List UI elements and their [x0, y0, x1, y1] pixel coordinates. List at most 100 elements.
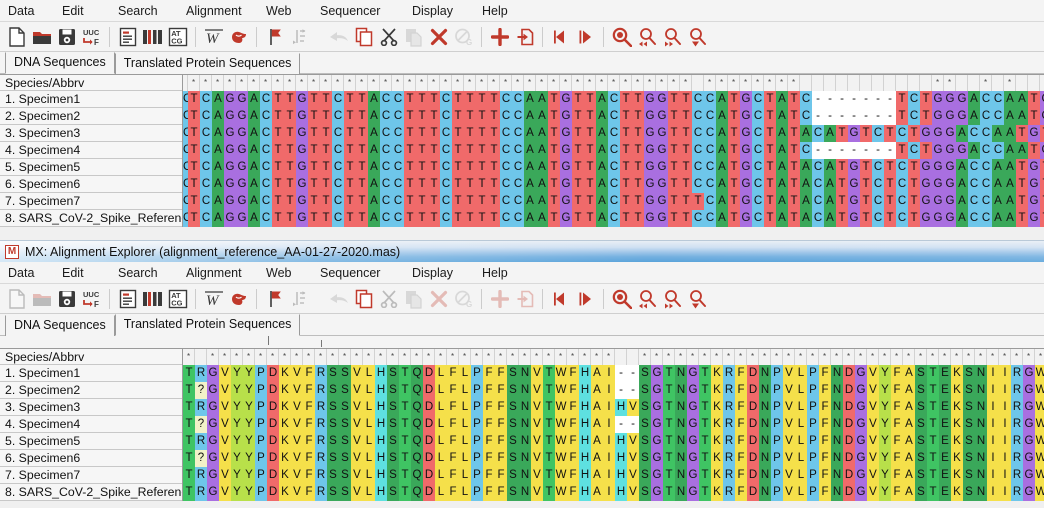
- residue-cell[interactable]: G: [207, 467, 219, 484]
- residue-cell[interactable]: G: [932, 91, 944, 108]
- residue-cell[interactable]: T: [416, 176, 428, 193]
- residue-cell[interactable]: V: [867, 416, 879, 433]
- delete-x-icon[interactable]: [426, 24, 451, 50]
- residue-cell[interactable]: S: [339, 450, 351, 467]
- residue-cell[interactable]: S: [639, 484, 651, 501]
- residue-cell[interactable]: T: [548, 142, 560, 159]
- residue-cell[interactable]: T: [320, 125, 332, 142]
- residue-cell[interactable]: D: [747, 399, 759, 416]
- residue-cell[interactable]: T: [320, 176, 332, 193]
- menu-display[interactable]: Display: [412, 4, 453, 18]
- residue-cell[interactable]: P: [471, 433, 483, 450]
- residue-cell[interactable]: R: [315, 365, 327, 382]
- residue-cell[interactable]: T: [788, 176, 800, 193]
- residue-cell[interactable]: E: [939, 467, 951, 484]
- residue-cell[interactable]: T: [548, 159, 560, 176]
- residue-cell[interactable]: G: [687, 450, 699, 467]
- residue-cell[interactable]: -: [860, 142, 872, 159]
- residue-cell[interactable]: G: [644, 91, 656, 108]
- residue-cell[interactable]: K: [951, 382, 963, 399]
- residue-cell[interactable]: G: [224, 108, 236, 125]
- residue-cell[interactable]: G: [1023, 467, 1035, 484]
- residue-cell[interactable]: G: [651, 365, 663, 382]
- residue-cell[interactable]: F: [819, 484, 831, 501]
- residue-cell[interactable]: T: [884, 176, 896, 193]
- residue-cell[interactable]: G: [656, 91, 668, 108]
- residue-cell[interactable]: C: [200, 125, 212, 142]
- residue-cell[interactable]: F: [891, 467, 903, 484]
- residue-cell[interactable]: N: [831, 433, 843, 450]
- residue-cell[interactable]: I: [603, 416, 615, 433]
- residue-cell[interactable]: D: [747, 484, 759, 501]
- residue-cell[interactable]: G: [236, 193, 248, 210]
- residue-cell[interactable]: T: [764, 108, 776, 125]
- residue-cell[interactable]: L: [795, 399, 807, 416]
- residue-cell[interactable]: N: [759, 382, 771, 399]
- residue-cell[interactable]: W: [1035, 382, 1044, 399]
- residue-cell[interactable]: R: [723, 382, 735, 399]
- residue-cell[interactable]: A: [248, 159, 260, 176]
- residue-cell[interactable]: V: [867, 450, 879, 467]
- residue-cell[interactable]: V: [219, 382, 231, 399]
- residue-cell[interactable]: T: [572, 142, 584, 159]
- residue-cell[interactable]: S: [387, 467, 399, 484]
- residue-cell[interactable]: A: [716, 193, 728, 210]
- residue-cell[interactable]: R: [1011, 399, 1023, 416]
- residue-cell[interactable]: T: [356, 125, 368, 142]
- residue-cell[interactable]: N: [759, 433, 771, 450]
- residue-cell[interactable]: Y: [879, 365, 891, 382]
- residue-cell[interactable]: A: [591, 433, 603, 450]
- residue-cell[interactable]: P: [771, 450, 783, 467]
- residue-cell[interactable]: H: [615, 433, 627, 450]
- residue-cell[interactable]: C: [980, 210, 992, 227]
- residue-cell[interactable]: H: [579, 416, 591, 433]
- residue-cell[interactable]: A: [212, 142, 224, 159]
- residue-cell[interactable]: T: [308, 142, 320, 159]
- residue-cell[interactable]: T: [488, 210, 500, 227]
- residue-cell[interactable]: T: [399, 365, 411, 382]
- save-icon[interactable]: [54, 24, 79, 50]
- residue-cell[interactable]: C: [968, 193, 980, 210]
- residue-cell[interactable]: F: [303, 484, 315, 501]
- residue-cell[interactable]: N: [975, 382, 987, 399]
- residue-cell[interactable]: E: [939, 433, 951, 450]
- residue-cell[interactable]: C: [500, 91, 512, 108]
- residue-cell[interactable]: V: [867, 365, 879, 382]
- residue-cell[interactable]: T: [320, 142, 332, 159]
- residue-cell[interactable]: G: [651, 450, 663, 467]
- residue-cell[interactable]: T: [404, 125, 416, 142]
- residue-cell[interactable]: L: [795, 416, 807, 433]
- residue-cell[interactable]: T: [908, 176, 920, 193]
- residue-cell[interactable]: A: [536, 176, 548, 193]
- residue-cell[interactable]: T: [699, 467, 711, 484]
- residue-cell[interactable]: S: [339, 399, 351, 416]
- residue-cell[interactable]: D: [747, 433, 759, 450]
- residue-cell[interactable]: C: [380, 142, 392, 159]
- residue-cell[interactable]: T: [308, 159, 320, 176]
- residue-cell[interactable]: T: [344, 142, 356, 159]
- residue-cell[interactable]: V: [627, 399, 639, 416]
- residue-cell[interactable]: C: [704, 193, 716, 210]
- residue-cell[interactable]: I: [987, 382, 999, 399]
- residue-cell[interactable]: A: [716, 108, 728, 125]
- residue-cell[interactable]: T: [1016, 193, 1028, 210]
- residue-cell[interactable]: C: [692, 142, 704, 159]
- residue-cell[interactable]: G: [920, 125, 932, 142]
- residue-cell[interactable]: T: [680, 108, 692, 125]
- residue-cell[interactable]: C: [512, 142, 524, 159]
- residue-cell[interactable]: A: [956, 159, 968, 176]
- residue-cell[interactable]: L: [459, 382, 471, 399]
- residue-cell[interactable]: T: [543, 416, 555, 433]
- residue-cell[interactable]: -: [615, 416, 627, 433]
- residue-cell[interactable]: T: [416, 91, 428, 108]
- residue-cell[interactable]: W: [555, 450, 567, 467]
- residue-cell[interactable]: G: [296, 176, 308, 193]
- residue-cell[interactable]: V: [219, 416, 231, 433]
- residue-cell[interactable]: A: [1004, 176, 1016, 193]
- residue-cell[interactable]: N: [831, 450, 843, 467]
- residue-cell[interactable]: S: [963, 467, 975, 484]
- residue-cell[interactable]: T: [836, 193, 848, 210]
- residue-cell[interactable]: C: [752, 125, 764, 142]
- residue-cell[interactable]: P: [807, 365, 819, 382]
- residue-cell[interactable]: F: [891, 382, 903, 399]
